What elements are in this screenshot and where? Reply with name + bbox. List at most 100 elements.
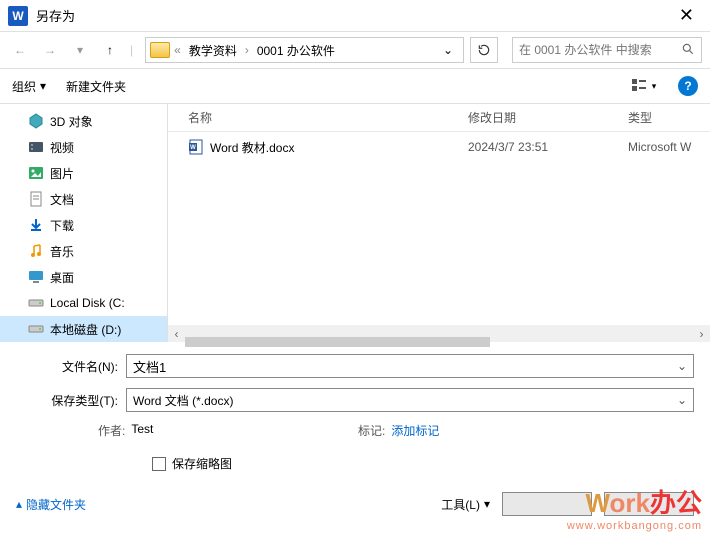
new-folder-label: 新建文件夹 <box>66 78 126 95</box>
filetype-value: Word 文档 (*.docx) <box>133 392 677 409</box>
sidebar-item-label: 图片 <box>50 165 74 182</box>
documents-icon <box>28 191 44 207</box>
refresh-button[interactable] <box>470 37 498 63</box>
sidebar-item-label: 音乐 <box>50 243 74 260</box>
title-bar: W 另存为 ✕ <box>0 0 710 32</box>
sidebar-item-label: 本地磁盘 (D:) <box>50 321 121 338</box>
filetype-field[interactable]: Word 文档 (*.docx) ⌄ <box>126 388 694 412</box>
chevron-down-icon: ▾ <box>652 81 657 92</box>
filetype-label: 保存类型(T): <box>16 392 126 409</box>
column-header-date[interactable]: 修改日期 <box>468 109 628 126</box>
videos-icon <box>28 139 44 155</box>
file-list: 名称 修改日期 类型 W Word 教材.docx 2024/3/7 23:51… <box>168 104 710 342</box>
dialog-title: 另存为 <box>36 6 75 25</box>
view-options-button[interactable]: ▾ <box>630 74 658 98</box>
svg-text:W: W <box>190 145 196 151</box>
desktop-icon <box>28 269 44 285</box>
close-button[interactable]: ✕ <box>671 5 702 26</box>
breadcrumb[interactable]: « 教学资料 › 0001 办公软件 ⌄ <box>145 37 464 63</box>
disk-icon <box>28 321 44 337</box>
recent-dropdown[interactable]: ▾ <box>68 38 92 62</box>
refresh-icon <box>477 43 491 57</box>
author-label: 作者: <box>98 422 125 439</box>
file-type-cell: Microsoft W <box>628 140 710 154</box>
chevron-down-icon: ▾ <box>40 79 46 93</box>
search-box[interactable] <box>512 37 702 63</box>
column-header-name[interactable]: 名称 <box>188 109 468 126</box>
horizontal-scrollbar[interactable]: ‹ › <box>168 325 710 342</box>
chevron-up-icon: ▴ <box>16 497 22 511</box>
dialog-footer: ▴ 隐藏文件夹 工具(L) ▾ <box>0 480 710 528</box>
filetype-dropdown[interactable]: ⌄ <box>677 393 687 407</box>
command-bar: 组织 ▾ 新建文件夹 ▾ ? <box>0 68 710 104</box>
forward-button[interactable]: → <box>38 38 62 62</box>
scroll-thumb[interactable] <box>185 337 490 347</box>
file-row[interactable]: W Word 教材.docx 2024/3/7 23:51 Microsoft … <box>168 132 710 162</box>
hide-folders-button[interactable]: ▴ 隐藏文件夹 <box>16 496 86 513</box>
breadcrumb-item[interactable]: 0001 办公软件 <box>253 42 339 59</box>
scroll-right-button[interactable]: › <box>693 325 710 342</box>
sidebar-item-label: 下载 <box>50 217 74 234</box>
breadcrumb-item[interactable]: 教学资料 <box>185 42 241 59</box>
file-date-cell: 2024/3/7 23:51 <box>468 140 628 154</box>
breadcrumb-sep: « <box>174 43 181 57</box>
sidebar-item-local-disk-d[interactable]: 本地磁盘 (D:) <box>0 316 167 342</box>
sidebar-item-local-disk-c[interactable]: Local Disk (C: <box>0 290 167 316</box>
save-thumbnail-label: 保存缩略图 <box>172 455 232 472</box>
tags-label: 标记: <box>358 422 385 439</box>
filename-dropdown[interactable]: ⌄ <box>677 359 687 373</box>
save-button[interactable] <box>502 492 592 516</box>
tools-label: 工具(L) <box>441 496 480 513</box>
navigation-bar: ← → ▾ ↑ | « 教学资料 › 0001 办公软件 ⌄ <box>0 32 710 68</box>
back-button[interactable]: ← <box>8 38 32 62</box>
scroll-left-button[interactable]: ‹ <box>168 325 185 342</box>
tags-field[interactable]: 标记: 添加标记 <box>358 422 618 439</box>
author-field[interactable]: 作者: Test <box>98 422 358 439</box>
breadcrumb-dropdown[interactable]: ⌄ <box>437 43 459 57</box>
cancel-button[interactable] <box>604 492 694 516</box>
help-button[interactable]: ? <box>678 76 698 96</box>
new-folder-button[interactable]: 新建文件夹 <box>66 78 126 95</box>
organize-button[interactable]: 组织 ▾ <box>12 78 46 95</box>
sidebar-item-pictures[interactable]: 图片 <box>0 160 167 186</box>
tools-button[interactable]: 工具(L) ▾ <box>441 496 490 513</box>
downloads-icon <box>28 217 44 233</box>
folder-icon <box>150 42 170 58</box>
save-thumbnail-checkbox[interactable] <box>152 457 166 471</box>
word-doc-icon: W <box>188 139 204 155</box>
navigation-sidebar: 3D 对象 视频 图片 文档 下载 音乐 桌面 Local Disk (C: <box>0 104 168 342</box>
sidebar-item-label: 3D 对象 <box>50 113 93 130</box>
search-input[interactable] <box>519 43 681 57</box>
organize-label: 组织 <box>12 78 36 95</box>
disk-icon <box>28 295 44 311</box>
filename-input[interactable] <box>133 359 677 374</box>
sidebar-item-videos[interactable]: 视频 <box>0 134 167 160</box>
pictures-icon <box>28 165 44 181</box>
3d-objects-icon <box>28 113 44 129</box>
column-headers: 名称 修改日期 类型 <box>168 104 710 132</box>
main-content: 3D 对象 视频 图片 文档 下载 音乐 桌面 Local Disk (C: <box>0 104 710 342</box>
sidebar-item-3d-objects[interactable]: 3D 对象 <box>0 108 167 134</box>
search-icon[interactable] <box>681 42 695 59</box>
sidebar-item-downloads[interactable]: 下载 <box>0 212 167 238</box>
chevron-down-icon: ▾ <box>484 497 490 511</box>
sidebar-item-label: Local Disk (C: <box>50 296 125 310</box>
sidebar-item-label: 文档 <box>50 191 74 208</box>
music-icon <box>28 243 44 259</box>
sidebar-item-desktop[interactable]: 桌面 <box>0 264 167 290</box>
column-header-type[interactable]: 类型 <box>628 109 710 126</box>
file-name-text: Word 教材.docx <box>210 139 294 156</box>
tags-value[interactable]: 添加标记 <box>391 422 439 439</box>
sidebar-item-music[interactable]: 音乐 <box>0 238 167 264</box>
sidebar-item-documents[interactable]: 文档 <box>0 186 167 212</box>
author-value[interactable]: Test <box>131 422 153 439</box>
word-app-icon: W <box>8 6 28 26</box>
breadcrumb-sep: › <box>245 43 249 57</box>
view-icon <box>632 79 650 93</box>
up-button[interactable]: ↑ <box>98 38 122 62</box>
filename-label: 文件名(N): <box>16 358 126 375</box>
sidebar-item-label: 桌面 <box>50 269 74 286</box>
filename-field[interactable]: ⌄ <box>126 354 694 378</box>
nav-separator: | <box>130 43 133 57</box>
hide-folders-label: 隐藏文件夹 <box>26 496 86 513</box>
